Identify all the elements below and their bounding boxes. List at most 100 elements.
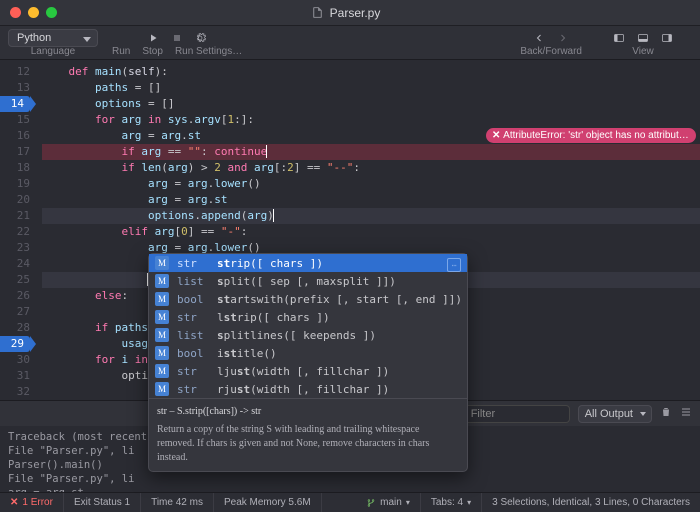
language-selector[interactable]: Python: [8, 29, 98, 47]
close-window-button[interactable]: [10, 7, 21, 18]
line-number[interactable]: 26: [0, 288, 30, 304]
line-number[interactable]: 13: [0, 80, 30, 96]
line-number[interactable]: 12: [0, 64, 30, 80]
window-title: Parser.py: [57, 6, 634, 20]
autocomplete-popup[interactable]: ⋯ Mstrstrip([ chars ])Mlistsplit([ sep […: [148, 253, 468, 472]
code-line[interactable]: arg = arg.lower(): [42, 176, 700, 192]
titlebar: Parser.py: [0, 0, 700, 26]
minimize-window-button[interactable]: [28, 7, 39, 18]
status-bar: 1 Error Exit Status 1 Time 42 ms Peak Me…: [0, 492, 700, 512]
view-sidebar-button[interactable]: [608, 28, 630, 48]
line-number[interactable]: 28: [0, 320, 30, 336]
status-selection[interactable]: 3 Selections, Identical, 3 Lines, 0 Char…: [482, 493, 700, 512]
kind-badge: M: [155, 274, 169, 288]
autocomplete-list[interactable]: Mstrstrip([ chars ])Mlistsplit([ sep [, …: [149, 254, 467, 398]
line-number[interactable]: 27: [0, 304, 30, 320]
line-number[interactable]: 24: [0, 256, 30, 272]
toolbar: Python Language Run Stop Run Settings…: [0, 26, 700, 60]
code-line[interactable]: if arg == "": continue: [42, 144, 700, 160]
line-number[interactable]: 31: [0, 368, 30, 384]
line-number[interactable]: 14: [0, 96, 30, 112]
backfwd-label: Back/Forward: [520, 46, 582, 57]
autocomplete-item[interactable]: Mstrlstrip([ chars ]): [149, 308, 467, 326]
window-controls: [10, 7, 57, 18]
return-type: bool: [177, 293, 209, 306]
return-type: str: [177, 311, 209, 324]
line-number[interactable]: 18: [0, 160, 30, 176]
inline-error-badge[interactable]: AttributeError: 'str' object has no attr…: [486, 128, 696, 143]
line-number[interactable]: 19: [0, 176, 30, 192]
chevron-down-icon: ▾: [406, 498, 410, 507]
view-bottom-button[interactable]: [632, 28, 654, 48]
status-exit[interactable]: Exit Status 1: [64, 493, 141, 512]
clear-console-button[interactable]: [660, 406, 672, 421]
editor[interactable]: 1213141516171819202122232425262728293031…: [0, 60, 700, 400]
line-number[interactable]: 32: [0, 384, 30, 400]
output-scope-selector[interactable]: All Output: [578, 405, 652, 423]
code-line[interactable]: arg = arg.st: [42, 192, 700, 208]
back-button[interactable]: [528, 28, 550, 48]
stop-button[interactable]: [166, 28, 188, 48]
console-line: File "Parser.py", li: [8, 472, 692, 486]
kind-badge: M: [155, 328, 169, 342]
output-scope-value: All Output: [585, 408, 633, 420]
trash-icon: [660, 406, 672, 418]
menu-icon: [680, 406, 692, 418]
status-time[interactable]: Time 42 ms: [141, 493, 214, 512]
signature: strip([ chars ]): [217, 257, 461, 270]
line-number[interactable]: 20: [0, 192, 30, 208]
line-number[interactable]: 23: [0, 240, 30, 256]
signature: splitlines([ keepends ]): [217, 329, 461, 342]
line-number[interactable]: 21: [0, 208, 30, 224]
panel-right-icon: [661, 32, 673, 44]
line-number[interactable]: 17: [0, 144, 30, 160]
code-line[interactable]: elif arg[0] == "-":: [42, 224, 700, 240]
line-number[interactable]: 15: [0, 112, 30, 128]
status-errors[interactable]: 1 Error: [0, 493, 64, 512]
line-number[interactable]: 29: [0, 336, 30, 352]
console-menu-button[interactable]: [680, 406, 692, 421]
window-title-text: Parser.py: [330, 6, 381, 20]
chevron-right-icon: [557, 32, 569, 44]
return-type: str: [177, 383, 209, 396]
autocomplete-item[interactable]: Mboolstartswith(prefix [, start [, end ]…: [149, 290, 467, 308]
autocomplete-item[interactable]: Mboolistitle(): [149, 344, 467, 362]
code-line[interactable]: options.append(arg): [42, 208, 700, 224]
kind-badge: M: [155, 346, 169, 360]
autocomplete-expand-icon[interactable]: ⋯: [447, 258, 461, 272]
run-button[interactable]: [142, 28, 164, 48]
status-memory[interactable]: Peak Memory 5.6M: [214, 493, 322, 512]
run-settings-button[interactable]: [190, 28, 212, 48]
status-tabs[interactable]: Tabs: 4 ▾: [421, 493, 482, 512]
git-branch-icon: [366, 498, 376, 508]
document-icon: [311, 6, 324, 19]
kind-badge: M: [155, 310, 169, 324]
autocomplete-item[interactable]: Mlistsplitlines([ keepends ]): [149, 326, 467, 344]
autocomplete-item[interactable]: Mstrrjust(width [, fillchar ]): [149, 380, 467, 398]
code-line[interactable]: for arg in sys.argv[1:]:: [42, 112, 700, 128]
autocomplete-item[interactable]: Mlist split([ sep [, maxsplit ]]): [149, 272, 467, 290]
code-line[interactable]: def main(self):: [42, 64, 700, 80]
signature: istitle(): [217, 347, 461, 360]
line-number[interactable]: 30: [0, 352, 30, 368]
status-branch[interactable]: main ▾: [356, 493, 421, 512]
stop-icon: [171, 32, 183, 44]
code-line[interactable]: if len(arg) > 2 and arg[:2] == "--":: [42, 160, 700, 176]
line-number[interactable]: 22: [0, 224, 30, 240]
code-line[interactable]: options = []: [42, 96, 700, 112]
autocomplete-detail-body: Return a copy of the string S with leadi…: [157, 423, 459, 465]
line-number[interactable]: 16: [0, 128, 30, 144]
signature: split([ sep [, maxsplit ]]): [217, 275, 461, 288]
maximize-window-button[interactable]: [46, 7, 57, 18]
language-label: Language: [31, 46, 76, 57]
line-gutter[interactable]: 1213141516171819202122232425262728293031…: [0, 60, 36, 400]
line-number[interactable]: 25: [0, 272, 30, 288]
view-right-button[interactable]: [656, 28, 678, 48]
forward-button[interactable]: [552, 28, 574, 48]
run-label: Run: [112, 46, 130, 57]
autocomplete-detail: str – S.strip([chars]) -> str Return a c…: [149, 398, 467, 471]
autocomplete-item[interactable]: Mstrstrip([ chars ]): [149, 254, 467, 272]
return-type: list: [177, 275, 209, 288]
code-line[interactable]: paths = []: [42, 80, 700, 96]
autocomplete-item[interactable]: Mstrljust(width [, fillchar ]): [149, 362, 467, 380]
